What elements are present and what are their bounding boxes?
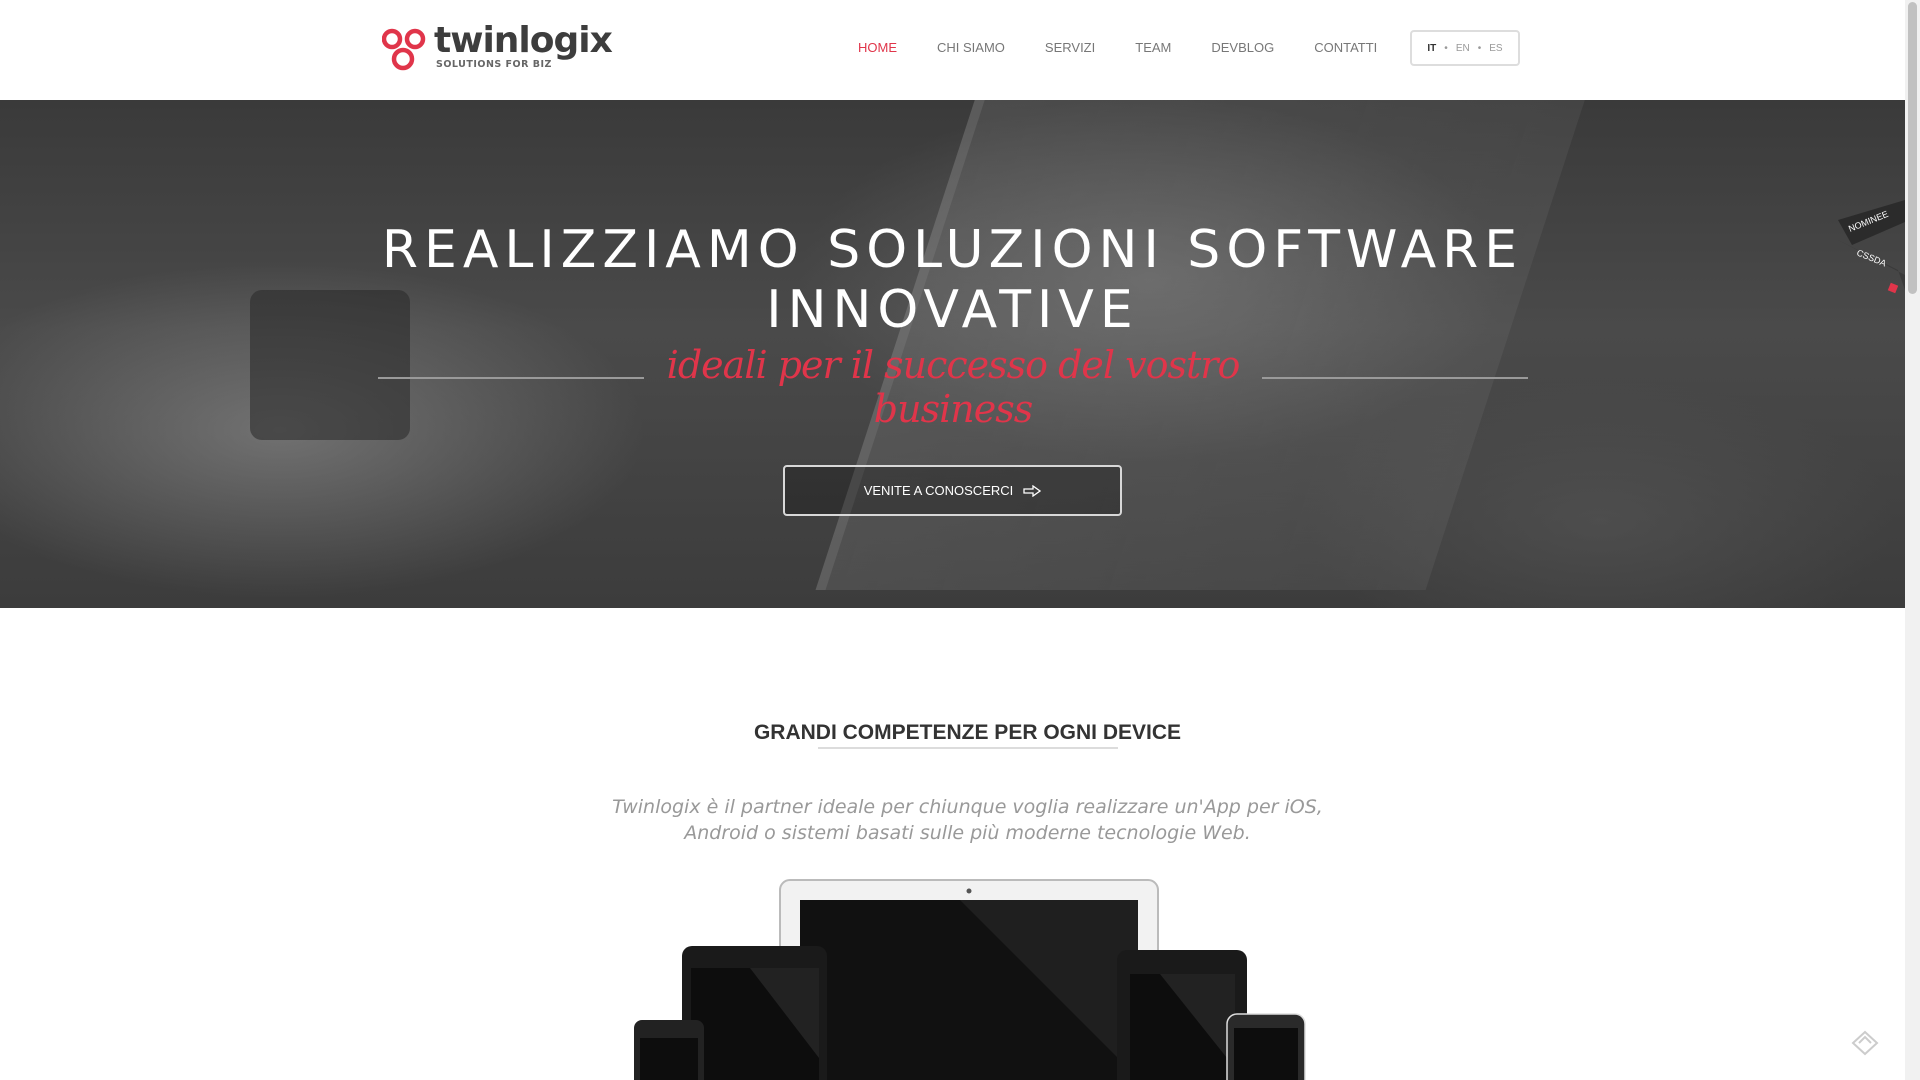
lang-option-it[interactable]: IT xyxy=(1427,43,1436,54)
brand-tagline: SOLUTIONS FOR BIZ xyxy=(436,59,552,70)
nav-item-chi-siamo[interactable]: CHI SIAMO xyxy=(937,40,1005,55)
nav-item-contatti[interactable]: CONTATTI xyxy=(1314,40,1377,55)
nav-item-home[interactable]: HOME xyxy=(858,40,897,55)
logo-mark-icon xyxy=(382,28,426,71)
hero-divider-right xyxy=(1262,377,1528,379)
arrow-right-icon xyxy=(1023,484,1042,497)
hero-button-label: VENITE A CONOSCERCI xyxy=(863,483,1014,498)
nav-item-devblog[interactable]: DEVBLOG xyxy=(1211,40,1274,55)
language-switcher: IT • EN • ES xyxy=(1410,30,1520,66)
scrollbar-thumb[interactable] xyxy=(1908,2,1917,294)
main-nav: HOME CHI SIAMO SERVIZI TEAM DEVBLOG CONT… xyxy=(858,40,1417,55)
section-title: GRANDI COMPETENZE PER OGNI DEVICE xyxy=(753,721,1182,745)
back-to-top-icon[interactable] xyxy=(1850,1028,1880,1058)
hero-divider-left xyxy=(378,377,644,379)
lang-separator: • xyxy=(1477,42,1482,54)
section-divider xyxy=(818,747,1118,749)
award-line2: CSSDA xyxy=(1855,248,1888,269)
site-header: twinlogix SOLUTIONS FOR BIZ HOME CHI SIA… xyxy=(0,0,1905,101)
section-description: Twinlogix è il partner ideale per chiunq… xyxy=(612,796,1323,844)
hero-title: REALIZZIAMO SOLUZIONI SOFTWARE INNOVATIV… xyxy=(381,219,1524,340)
lang-separator: • xyxy=(1444,42,1448,54)
cssda-nominee-ribbon[interactable]: NOMINEE CSSDA xyxy=(1838,200,1905,300)
lang-option-en[interactable]: EN xyxy=(1456,43,1470,54)
brand-name: twinlogix xyxy=(434,20,613,61)
nav-item-servizi[interactable]: SERVIZI xyxy=(1045,40,1095,55)
lang-option-es[interactable]: ES xyxy=(1489,43,1502,54)
devices-illustration xyxy=(634,879,1306,1080)
hero-subtitle: ideali per il successo del vostro busine… xyxy=(666,343,1241,431)
nav-item-team[interactable]: TEAM xyxy=(1135,40,1171,55)
hero-banner: REALIZZIAMO SOLUZIONI SOFTWARE INNOVATIV… xyxy=(0,100,1905,608)
venite-a-conoscerci-button[interactable]: VENITE A CONOSCERCI xyxy=(783,465,1122,516)
brand-logo[interactable]: twinlogix SOLUTIONS FOR BIZ xyxy=(382,20,613,74)
